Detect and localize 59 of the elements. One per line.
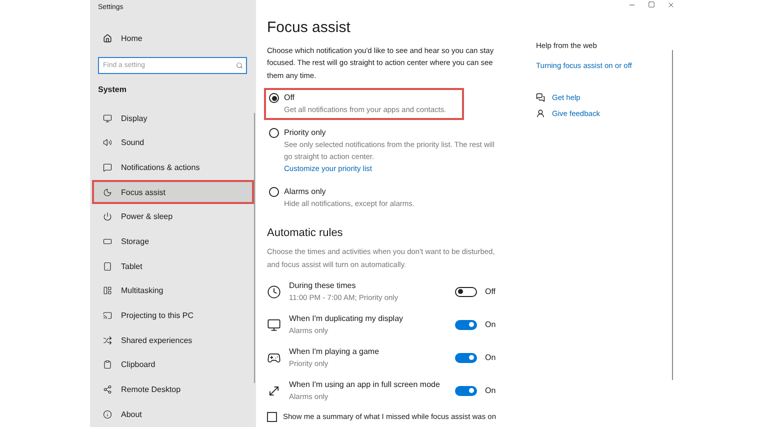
option-label: Off — [284, 92, 296, 104]
sidebar-item[interactable]: Focus assist — [92, 180, 254, 204]
maximize-icon[interactable] — [648, 1, 655, 8]
rule-title: When I'm duplicating my display — [289, 312, 404, 324]
toggle-switch[interactable] — [455, 320, 477, 330]
clock-icon — [267, 284, 281, 298]
tablet-icon — [103, 262, 112, 271]
multitasking-icon — [103, 286, 112, 296]
page-title: Focus assist — [267, 18, 352, 36]
chat-icon — [536, 93, 545, 102]
sidebar-item[interactable]: About — [92, 402, 254, 427]
sidebar-item[interactable]: Multitasking — [92, 278, 254, 304]
projector-icon — [103, 311, 112, 320]
sidebar-item[interactable]: Tablet — [92, 254, 254, 278]
message-icon — [103, 162, 112, 172]
sidebar-item[interactable]: Power & sleep — [92, 204, 254, 230]
sidebar-item[interactable]: Display — [92, 106, 254, 130]
share-icon — [103, 385, 112, 394]
sidebar-item[interactable]: Clipboard — [92, 352, 254, 378]
option-label: Priority only — [284, 127, 327, 139]
sidebar-item[interactable]: Storage — [92, 229, 254, 254]
toggle-switch[interactable] — [455, 386, 477, 396]
power-icon — [103, 212, 112, 222]
toggle-state: On — [485, 384, 497, 396]
sidebar-item[interactable]: Remote Desktop — [92, 377, 254, 402]
home-icon — [103, 34, 112, 43]
close-icon[interactable] — [667, 0, 675, 9]
radio-button[interactable] — [269, 187, 279, 197]
sidebar-item[interactable]: Notifications & actions — [92, 155, 254, 180]
clipboard-icon — [103, 360, 112, 370]
moon-icon — [103, 188, 112, 197]
home-link[interactable]: Home — [92, 26, 254, 51]
toggle-state: On — [485, 352, 497, 364]
option-label: Alarms only — [284, 186, 327, 198]
diagonal-arrows-icon — [267, 384, 281, 398]
rule-title: During these times — [289, 280, 357, 292]
toggle-switch[interactable] — [455, 352, 477, 362]
info-icon — [103, 410, 112, 419]
rule-title: When I'm playing a game — [289, 346, 380, 358]
radio-button[interactable] — [269, 93, 279, 103]
shuffle-icon — [103, 336, 112, 345]
sidebar-item[interactable]: Shared experiences — [92, 328, 254, 353]
speaker-icon — [103, 138, 112, 148]
storage-icon — [103, 236, 112, 246]
monitor-icon — [267, 318, 281, 332]
sidebar-item[interactable]: Projecting to this PC — [92, 303, 254, 328]
search-icon — [236, 62, 243, 69]
checkbox[interactable] — [267, 412, 277, 422]
person-icon — [536, 109, 545, 118]
gamepad-icon — [267, 350, 281, 364]
monitor-icon — [103, 114, 112, 123]
toggle-switch[interactable] — [455, 286, 477, 296]
section-title: System — [97, 84, 128, 96]
radio-button[interactable] — [269, 128, 279, 138]
toggle-state: On — [485, 318, 497, 330]
sidebar-item[interactable]: Sound — [92, 130, 254, 156]
rule-title: When I'm using an app in full screen mode — [289, 378, 441, 390]
section-heading: Automatic rules — [267, 227, 344, 239]
toggle-state: Off — [485, 286, 497, 298]
